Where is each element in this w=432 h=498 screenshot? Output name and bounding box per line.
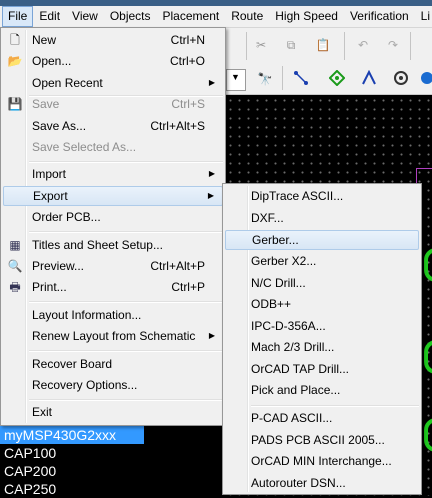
export-item-pads-pcb-ascii[interactable]: PADS PCB ASCII 2005... (225, 430, 419, 450)
pcb-pad[interactable] (424, 248, 432, 282)
submenu-arrow-icon: ▶ (208, 169, 215, 178)
menu-verification[interactable]: Verification (344, 7, 415, 26)
menu-item-preview[interactable]: 🔍 Preview... Ctrl+Alt+P (3, 256, 223, 276)
export-item-pick-and-place[interactable]: Pick and Place... (225, 380, 419, 400)
redo-icon[interactable]: ↷ (384, 36, 402, 54)
component-list: myMSP430G2xxx CAP100 CAP200 CAP250 (0, 426, 162, 498)
export-item-orcad-tap-drill[interactable]: OrCAD TAP Drill... (225, 359, 419, 379)
zoom-icon[interactable] (418, 70, 432, 88)
route-icon[interactable] (292, 70, 310, 88)
menu-item-renew-layout[interactable]: Renew Layout from Schematic ▶ (3, 326, 223, 346)
toolbar: ✂ ⧉ 📋 ↶ ↷ ▼ 🔭 (226, 28, 432, 95)
menu-bar: File Edit View Objects Placement Route H… (0, 6, 432, 28)
find-icon[interactable]: 🔭 (256, 70, 274, 88)
menu-item-save-selected-as[interactable]: Save Selected As... (3, 137, 223, 157)
cut-icon[interactable]: ✂ (252, 36, 270, 54)
export-item-orcad-min[interactable]: OrCAD MIN Interchange... (225, 451, 419, 471)
menu-item-print[interactable]: 🖶 Print... Ctrl+P (3, 277, 223, 297)
sheet-setup-icon: ▦ (9, 238, 21, 252)
new-file-icon: 🗋 (10, 33, 20, 47)
copy-icon[interactable]: ⧉ (282, 36, 300, 54)
submenu-arrow-icon: ▶ (208, 78, 215, 87)
export-item-gerber-x2[interactable]: Gerber X2... (225, 251, 419, 271)
file-menu: 🗋 New Ctrl+N 📂 Open... Ctrl+O Open Recent ▶… (0, 27, 226, 426)
printer-icon: 🖶 (9, 280, 21, 294)
menu-item-open[interactable]: 📂 Open... Ctrl+O (3, 51, 223, 71)
menu-objects[interactable]: Objects (104, 7, 157, 26)
undo-icon[interactable]: ↶ (354, 36, 372, 54)
export-item-odb[interactable]: ODB++ (225, 294, 419, 314)
menu-item-titles-sheet-setup[interactable]: ▦ Titles and Sheet Setup... (3, 235, 223, 255)
menu-route[interactable]: Route (225, 7, 269, 26)
arc-icon[interactable] (360, 69, 378, 88)
pcb-pad[interactable] (424, 340, 432, 374)
export-item-pcad-ascii[interactable]: P-CAD ASCII... (225, 408, 419, 428)
list-item[interactable]: CAP100 (0, 444, 162, 462)
menu-item-recovery-options[interactable]: Recovery Options... (3, 375, 223, 395)
list-item[interactable]: CAP250 (0, 480, 162, 498)
menu-item-open-recent[interactable]: Open Recent ▶ (3, 73, 223, 93)
export-item-dxf[interactable]: DXF... (225, 208, 419, 228)
export-item-nc-drill[interactable]: N/C Drill... (225, 273, 419, 293)
export-item-autorouter-dsn[interactable]: Autorouter DSN... (225, 473, 419, 493)
menu-item-order-pcb[interactable]: Order PCB... (3, 207, 223, 227)
menu-item-save[interactable]: 💾 Save Ctrl+S (3, 94, 223, 114)
save-icon: 💾 (7, 97, 23, 111)
menu-item-import[interactable]: Import ▶ (3, 164, 223, 184)
submenu-arrow-icon: ▶ (208, 331, 215, 340)
paste-icon[interactable]: 📋 (314, 36, 332, 54)
menu-placement[interactable]: Placement (157, 7, 226, 26)
pcb-pad[interactable] (424, 418, 432, 452)
export-item-gerber[interactable]: Gerber... (225, 230, 419, 250)
print-preview-icon: 🔍 (7, 259, 23, 273)
menu-item-layout-information[interactable]: Layout Information... (3, 305, 223, 325)
open-folder-icon: 📂 (7, 54, 23, 68)
menu-item-save-as[interactable]: Save As... Ctrl+Alt+S (3, 116, 223, 136)
menu-high-speed[interactable]: High Speed (269, 7, 344, 26)
export-submenu: DipTrace ASCII... DXF... Gerber... Gerbe… (222, 183, 422, 495)
menu-li[interactable]: Li (415, 7, 432, 26)
menu-view[interactable]: View (66, 7, 104, 26)
list-item[interactable]: CAP200 (0, 462, 162, 480)
menu-edit[interactable]: Edit (33, 7, 66, 26)
via-icon[interactable] (328, 69, 346, 88)
export-item-mach-drill[interactable]: Mach 2/3 Drill... (225, 337, 419, 357)
layer-combo[interactable]: ▼ (226, 69, 246, 91)
menu-item-export[interactable]: Export ▶ (3, 186, 223, 206)
list-item[interactable]: myMSP430G2xxx (0, 426, 144, 444)
export-item-ipc-d-356a[interactable]: IPC-D-356A... (225, 316, 419, 336)
menu-file[interactable]: File (2, 6, 34, 27)
menu-item-new[interactable]: 🗋 New Ctrl+N (3, 30, 223, 50)
pad-icon[interactable] (392, 70, 410, 88)
menu-item-recover-board[interactable]: Recover Board (3, 354, 223, 374)
submenu-arrow-icon: ▶ (207, 191, 214, 200)
export-item-diptrace-ascii[interactable]: DipTrace ASCII... (225, 186, 419, 206)
menu-item-exit[interactable]: Exit (3, 402, 223, 422)
chevron-down-icon: ▼ (231, 72, 240, 82)
